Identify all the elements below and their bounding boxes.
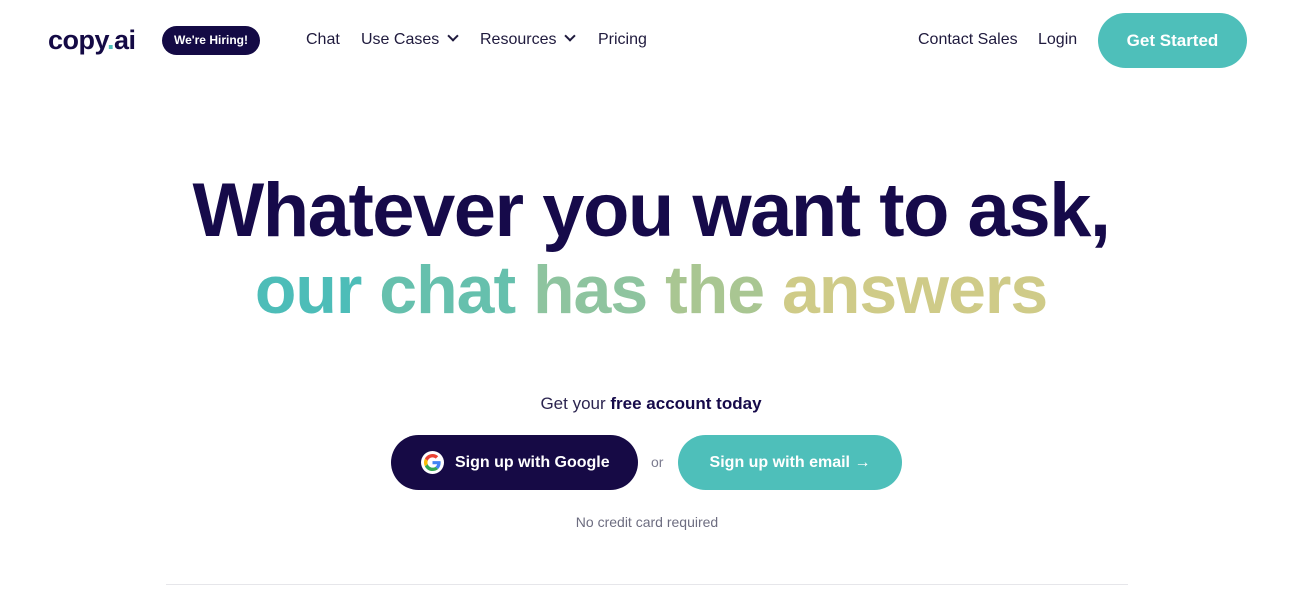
email-signup-button[interactable]: Sign up with email → [678, 435, 902, 490]
hero-word: our [254, 252, 363, 328]
top-nav: copy.ai We're Hiring! Chat Use Cases Res… [0, 0, 1302, 80]
chevron-down-icon [564, 30, 577, 42]
copyai-logo[interactable]: copy.ai [48, 24, 136, 56]
nav-link-use-cases-label: Use Cases [361, 31, 440, 48]
hero-word: chat [379, 252, 516, 328]
or-separator: or [651, 454, 664, 470]
google-signup-button[interactable]: Sign up with Google [391, 435, 638, 490]
hero-word: answers [782, 252, 1048, 328]
nav-link-resources-label: Resources [480, 31, 557, 48]
nav-link-use-cases[interactable]: Use Cases [361, 30, 459, 50]
google-signup-label: Sign up with Google [455, 454, 610, 471]
chevron-down-icon [447, 30, 459, 42]
nav-link-resources[interactable]: Resources [480, 30, 577, 50]
logo-text-main: copy [48, 25, 108, 55]
hero-word: has [533, 252, 648, 328]
no-credit-card-note: No credit card required [575, 514, 719, 530]
nav-link-pricing[interactable]: Pricing [598, 30, 647, 50]
nav-link-chat[interactable]: Chat [306, 30, 340, 50]
nav-link-chat-label: Chat [306, 31, 340, 48]
hiring-badge[interactable]: We're Hiring! [162, 26, 260, 55]
section-divider [166, 584, 1128, 585]
logo-text-suffix: ai [114, 25, 136, 55]
signup-prompt: Get your free account today [0, 393, 1302, 415]
hero-headline-line1: Whatever you want to ask, [192, 168, 1111, 253]
google-icon [421, 451, 444, 474]
login-link[interactable]: Login [1038, 30, 1077, 50]
hero-word: the [665, 252, 765, 328]
hero-headline-line2: our chat has the answers [0, 250, 1302, 330]
nav-link-pricing-label: Pricing [598, 31, 647, 48]
contact-sales-link[interactable]: Contact Sales [918, 30, 1018, 50]
signup-prompt-bold: free account today [610, 394, 762, 413]
get-started-button[interactable]: Get Started [1098, 13, 1247, 68]
logo-dot: . [107, 25, 115, 55]
signup-prompt-plain: Get your [540, 394, 611, 413]
